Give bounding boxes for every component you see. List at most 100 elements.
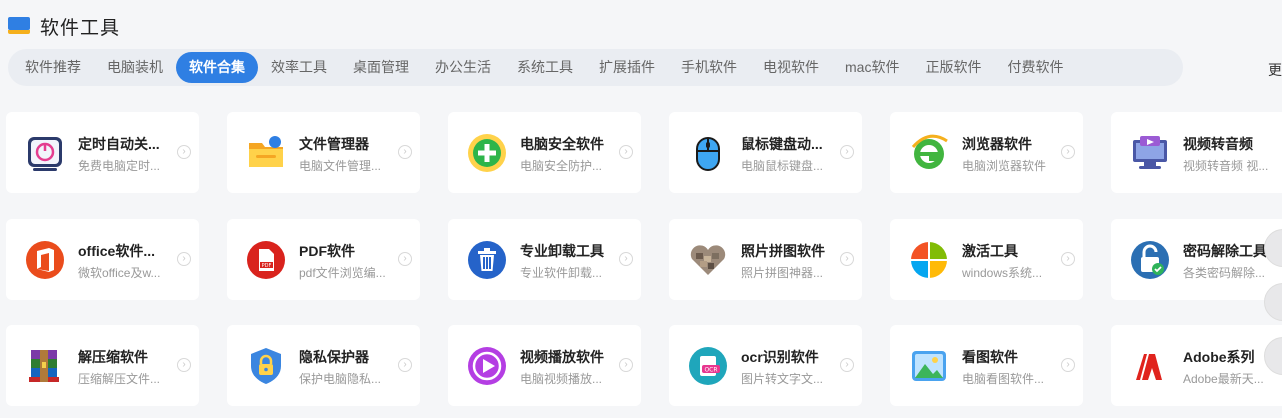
software-card[interactable]: 解压缩软件 压缩解压文件... › xyxy=(6,325,199,406)
card-title: 激活工具 xyxy=(962,243,1018,259)
card-description: windows系统... xyxy=(962,266,1043,280)
chevron-right-icon[interactable]: › xyxy=(840,252,854,266)
card-title: 电脑安全软件 xyxy=(520,136,604,152)
card-title: 照片拼图软件 xyxy=(741,243,825,259)
card-description: pdf文件浏览编... xyxy=(299,266,386,280)
browser-e-icon xyxy=(907,131,951,175)
security-plus-icon xyxy=(465,131,509,175)
tab-9[interactable]: 手机软件 xyxy=(668,52,750,83)
tab-12[interactable]: 正版软件 xyxy=(912,52,994,83)
software-card[interactable]: office软件... 微软office及w... › xyxy=(6,219,199,300)
card-title: 文件管理器 xyxy=(299,136,369,152)
card-description: 电脑浏览器软件 xyxy=(962,159,1047,173)
chevron-right-icon[interactable]: › xyxy=(840,145,854,159)
software-card[interactable]: PDF PDF软件 pdf文件浏览编... › xyxy=(227,219,420,300)
heart-collage-icon xyxy=(686,238,730,282)
page-title: 软件工具 xyxy=(40,17,121,39)
card-title: PDF软件 xyxy=(299,243,355,259)
office-icon xyxy=(23,238,67,282)
chevron-right-icon[interactable]: › xyxy=(398,145,412,159)
shield-lock-icon xyxy=(244,344,288,388)
tab-11[interactable]: mac软件 xyxy=(832,52,912,83)
pdf-icon: PDF xyxy=(244,238,288,282)
card-title: office软件... xyxy=(78,243,156,259)
software-card[interactable]: 文件管理器电脑文件管理... › xyxy=(227,112,420,193)
card-description: 各类密码解除... xyxy=(1183,266,1266,280)
software-card[interactable]: 看图软件 电脑看图软件... › xyxy=(890,325,1083,406)
monitor-logo-icon xyxy=(8,17,30,35)
card-title: 密码解除工具 xyxy=(1183,243,1267,259)
tab-6[interactable]: 办公生活 xyxy=(422,52,504,83)
card-description: 微软office及w... xyxy=(78,266,161,280)
tab-3[interactable]: 软件合集 xyxy=(176,52,258,83)
adobe-icon xyxy=(1128,344,1172,388)
card-description: 电脑安全防护... xyxy=(520,159,603,173)
software-card[interactable]: 专业卸载工具 专业软件卸载... › xyxy=(448,219,641,300)
software-card[interactable]: 照片拼图软件 照片拼图神器... › xyxy=(669,219,862,300)
tab-1[interactable]: 软件推荐 xyxy=(12,52,94,83)
software-card[interactable]: 定时自动关... 免费电脑定时... › xyxy=(6,112,199,193)
card-title: 隐私保护器 xyxy=(299,349,369,365)
unlock-icon xyxy=(1128,238,1172,282)
chevron-right-icon[interactable]: › xyxy=(177,358,191,372)
card-title: 鼠标键盘动... xyxy=(741,136,823,152)
chevron-right-icon[interactable]: › xyxy=(1061,145,1075,159)
play-icon xyxy=(465,344,509,388)
chevron-right-icon[interactable]: › xyxy=(1061,252,1075,266)
tab-10[interactable]: 电视软件 xyxy=(750,52,832,83)
card-description: 免费电脑定时... xyxy=(78,159,161,173)
software-card[interactable]: 视频转音频视频转音频 视...› xyxy=(1111,112,1282,193)
software-card[interactable]: 浏览器软件电脑浏览器软件 › xyxy=(890,112,1083,193)
card-description: 电脑鼠标键盘... xyxy=(741,159,824,173)
card-title: Adobe系列 xyxy=(1183,349,1255,365)
software-card[interactable]: 隐私保护器保护电脑隐私... › xyxy=(227,325,420,406)
power-timer-icon xyxy=(23,131,67,175)
card-title: 解压缩软件 xyxy=(78,349,148,365)
windows-icon xyxy=(907,238,951,282)
header: 软件工具 xyxy=(8,12,120,40)
chevron-right-icon[interactable]: › xyxy=(619,145,633,159)
card-title: 浏览器软件 xyxy=(962,136,1032,152)
software-card[interactable]: Adobe系列Adobe最新天...› xyxy=(1111,325,1282,406)
tab-8[interactable]: 扩展插件 xyxy=(586,52,668,83)
mouse-icon xyxy=(686,131,730,175)
card-description: 电脑文件管理... xyxy=(299,159,382,173)
chevron-right-icon[interactable]: › xyxy=(840,358,854,372)
software-card[interactable]: OCR ocr识别软件 图片转文字文... › xyxy=(669,325,862,406)
more-link[interactable]: 更 xyxy=(1268,60,1282,80)
card-description: 电脑视频播放... xyxy=(520,372,603,386)
archive-icon xyxy=(23,344,67,388)
card-description: Adobe最新天... xyxy=(1183,372,1264,386)
trash-icon xyxy=(465,238,509,282)
software-card[interactable]: 视频播放软件 电脑视频播放... › xyxy=(448,325,641,406)
svg-text:OCR: OCR xyxy=(704,367,717,374)
tab-7[interactable]: 系统工具 xyxy=(504,52,586,83)
card-title: 视频转音频 xyxy=(1183,136,1253,152)
software-card[interactable]: 电脑安全软件 电脑安全防护... › xyxy=(448,112,641,193)
chevron-right-icon[interactable]: › xyxy=(1061,358,1075,372)
chevron-right-icon[interactable]: › xyxy=(177,252,191,266)
software-card[interactable]: 鼠标键盘动... 电脑鼠标键盘... › xyxy=(669,112,862,193)
tab-4[interactable]: 效率工具 xyxy=(258,52,340,83)
software-card[interactable]: 密码解除工具各类密码解除...› xyxy=(1111,219,1282,300)
card-title: ocr识别软件 xyxy=(741,349,819,365)
chevron-right-icon[interactable]: › xyxy=(177,145,191,159)
ocr-icon: OCR xyxy=(686,344,730,388)
chevron-right-icon[interactable]: › xyxy=(398,358,412,372)
tab-2[interactable]: 电脑装机 xyxy=(94,52,176,83)
svg-text:PDF: PDF xyxy=(262,263,272,269)
video-monitor-icon xyxy=(1128,131,1172,175)
tab-13[interactable]: 付费软件 xyxy=(994,52,1076,83)
chevron-right-icon[interactable]: › xyxy=(398,252,412,266)
card-title: 定时自动关... xyxy=(78,136,160,152)
software-card[interactable]: 激活工具 windows系统... › xyxy=(890,219,1083,300)
tab-5[interactable]: 桌面管理 xyxy=(340,52,422,83)
card-description: 视频转音频 视... xyxy=(1183,159,1269,173)
chevron-right-icon[interactable]: › xyxy=(619,252,633,266)
chevron-right-icon[interactable]: › xyxy=(619,358,633,372)
card-description: 照片拼图神器... xyxy=(741,266,824,280)
card-description: 专业软件卸载... xyxy=(520,266,603,280)
category-tabs: 软件推荐 电脑装机 软件合集 效率工具 桌面管理 办公生活 系统工具 扩展插件 手机软件 电视软件… xyxy=(8,49,1183,86)
card-description: 图片转文字文... xyxy=(741,372,824,386)
card-description: 保护电脑隐私... xyxy=(299,372,382,386)
